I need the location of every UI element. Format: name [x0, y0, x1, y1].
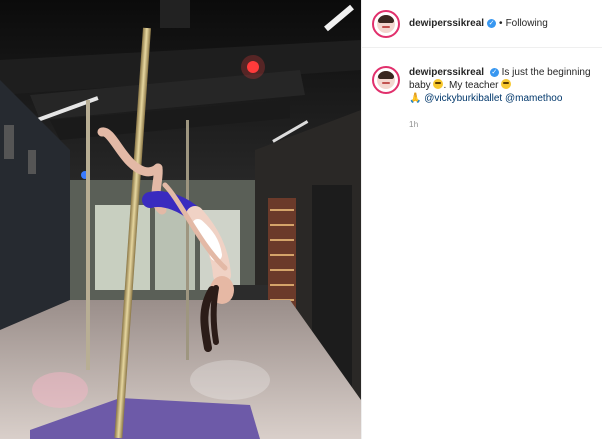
- pray-emoji-icon: 🙏: [409, 93, 422, 104]
- post-details-panel: dewiperssikreal ✓ • Following dewiperssi…: [361, 0, 602, 439]
- post-photo[interactable]: [0, 0, 361, 439]
- caption-username-link[interactable]: dewiperssikreal: [409, 67, 484, 78]
- post-header: dewiperssikreal ✓ • Following: [362, 0, 602, 48]
- caption-text: dewiperssikreal ✓ Is just the beginning …: [409, 66, 594, 105]
- mention-link-vickyburkiballet[interactable]: @vickyburkiballet: [424, 93, 502, 104]
- avatar[interactable]: [372, 9, 400, 38]
- pole-dance-studio-photo: [0, 0, 361, 439]
- instagram-post: dewiperssikreal ✓ • Following dewiperssi…: [0, 0, 602, 439]
- wink-emoji-icon: [501, 79, 512, 89]
- caption-avatar[interactable]: [372, 66, 400, 94]
- post-timestamp[interactable]: 1h: [409, 120, 419, 129]
- smile-emoji-icon: [433, 79, 444, 89]
- caption-text-part2: . My teacher: [443, 80, 499, 91]
- verified-badge-icon: ✓: [489, 67, 499, 77]
- mention-link-mamethoo[interactable]: @mamethoo: [505, 93, 562, 104]
- verified-badge-icon: ✓: [487, 19, 497, 28]
- username-link[interactable]: dewiperssikreal: [409, 18, 484, 29]
- following-button[interactable]: Following: [506, 18, 548, 29]
- separator-dot: •: [499, 18, 503, 29]
- caption: dewiperssikreal ✓ Is just the beginning …: [372, 66, 594, 105]
